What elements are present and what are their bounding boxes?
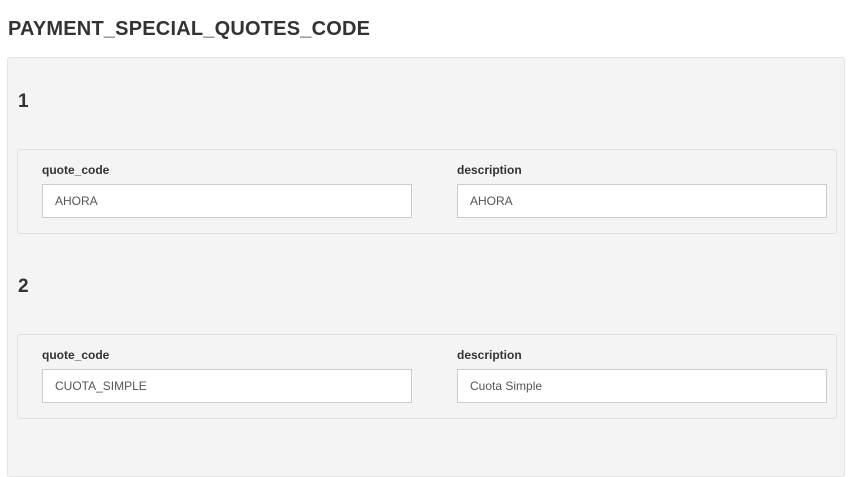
item-panel-1: quote_code description xyxy=(17,149,837,234)
page-title: PAYMENT_SPECIAL_QUOTES_CODE xyxy=(8,18,371,40)
item-panel-2: quote_code description xyxy=(17,334,837,419)
item-number-2: 2 xyxy=(18,276,29,297)
description-input[interactable] xyxy=(457,369,827,403)
quotes-list-panel: 1 quote_code description 2 quote_code de… xyxy=(7,57,845,477)
quote-code-label: quote_code xyxy=(42,163,110,177)
item-number-1: 1 xyxy=(18,91,29,112)
quote-code-label: quote_code xyxy=(42,348,110,362)
quote-code-input[interactable] xyxy=(42,369,412,403)
quote-code-input[interactable] xyxy=(42,184,412,218)
description-input[interactable] xyxy=(457,184,827,218)
description-label: description xyxy=(457,163,522,177)
description-label: description xyxy=(457,348,522,362)
